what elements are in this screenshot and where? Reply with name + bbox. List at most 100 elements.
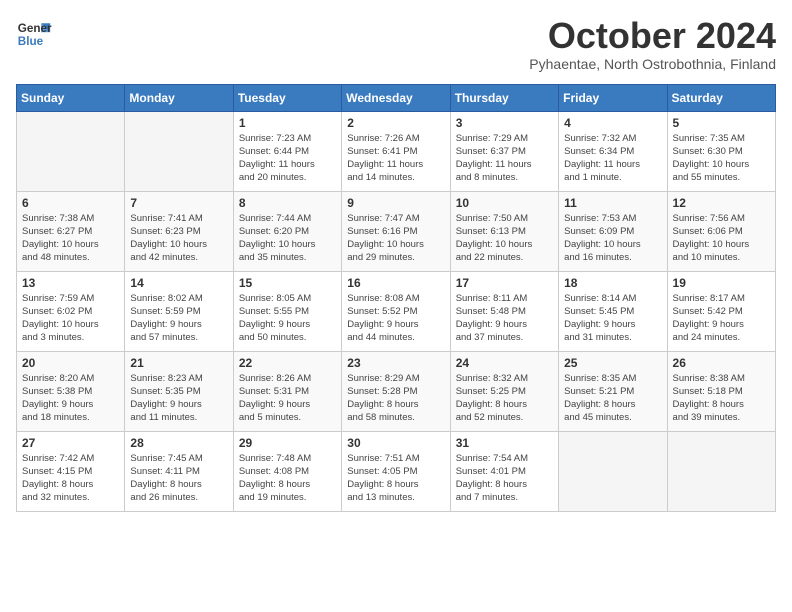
calendar-day-cell: 16 Sunrise: 8:08 AM Sunset: 5:52 PM Dayli…: [342, 271, 450, 351]
day-number: 3: [456, 116, 553, 130]
calendar-day-cell: 6 Sunrise: 7:38 AM Sunset: 6:27 PM Daylig…: [17, 191, 125, 271]
calendar-day-cell: 20 Sunrise: 8:20 AM Sunset: 5:38 PM Dayli…: [17, 351, 125, 431]
day-info: Sunrise: 8:17 AM Sunset: 5:42 PM Dayligh…: [673, 292, 770, 345]
day-info: Sunrise: 8:11 AM Sunset: 5:48 PM Dayligh…: [456, 292, 553, 345]
day-info: Sunrise: 8:29 AM Sunset: 5:28 PM Dayligh…: [347, 372, 444, 425]
calendar-day-cell: 21Sunrise: 8:23 AM Sunset: 5:35 PM Dayli…: [125, 351, 233, 431]
calendar-body: 1 Sunrise: 7:23 AM Sunset: 6:44 PM Daylig…: [17, 111, 776, 511]
day-of-week-header: Saturday: [667, 84, 775, 111]
calendar-day-cell: 25 Sunrise: 8:35 AM Sunset: 5:21 PM Dayli…: [559, 351, 667, 431]
calendar-day-cell: [17, 111, 125, 191]
svg-text:General: General: [18, 22, 52, 35]
day-of-week-header: Wednesday: [342, 84, 450, 111]
day-info: Sunrise: 8:14 AM Sunset: 5:45 PM Dayligh…: [564, 292, 661, 345]
day-number: 20: [22, 356, 119, 370]
day-info: Sunrise: 8:02 AM Sunset: 5:59 PM Dayligh…: [130, 292, 227, 345]
day-info: Sunrise: 7:42 AM Sunset: 4:15 PM Dayligh…: [22, 452, 119, 505]
calendar-week-row: 13 Sunrise: 7:59 AM Sunset: 6:02 PM Dayli…: [17, 271, 776, 351]
day-number: 21: [130, 356, 227, 370]
calendar-day-cell: [667, 431, 775, 511]
logo: General Blue: [16, 16, 56, 52]
day-info: Sunrise: 7:41 AM Sunset: 6:23 PM Dayligh…: [130, 212, 227, 265]
day-info: Sunrise: 7:44 AM Sunset: 6:20 PM Dayligh…: [239, 212, 336, 265]
calendar-day-cell: 13 Sunrise: 7:59 AM Sunset: 6:02 PM Dayli…: [17, 271, 125, 351]
calendar-day-cell: 9Sunrise: 7:47 AM Sunset: 6:16 PM Daylig…: [342, 191, 450, 271]
day-number: 26: [673, 356, 770, 370]
day-info: Sunrise: 8:35 AM Sunset: 5:21 PM Dayligh…: [564, 372, 661, 425]
day-number: 4: [564, 116, 661, 130]
calendar-day-cell: 4Sunrise: 7:32 AM Sunset: 6:34 PM Daylig…: [559, 111, 667, 191]
day-info: Sunrise: 8:05 AM Sunset: 5:55 PM Dayligh…: [239, 292, 336, 345]
calendar-day-cell: 30 Sunrise: 7:51 AM Sunset: 4:05 PM Dayli…: [342, 431, 450, 511]
day-number: 27: [22, 436, 119, 450]
day-of-week-header: Monday: [125, 84, 233, 111]
calendar-day-cell: 17 Sunrise: 8:11 AM Sunset: 5:48 PM Dayli…: [450, 271, 558, 351]
calendar-week-row: 20 Sunrise: 8:20 AM Sunset: 5:38 PM Dayli…: [17, 351, 776, 431]
day-info: Sunrise: 7:51 AM Sunset: 4:05 PM Dayligh…: [347, 452, 444, 505]
day-info: Sunrise: 8:08 AM Sunset: 5:52 PM Dayligh…: [347, 292, 444, 345]
calendar-day-cell: 29Sunrise: 7:48 AM Sunset: 4:08 PM Dayli…: [233, 431, 341, 511]
day-number: 30: [347, 436, 444, 450]
calendar-day-cell: 31 Sunrise: 7:54 AM Sunset: 4:01 PM Dayli…: [450, 431, 558, 511]
day-info: Sunrise: 7:45 AM Sunset: 4:11 PM Dayligh…: [130, 452, 227, 505]
day-info: Sunrise: 7:29 AM Sunset: 6:37 PM Dayligh…: [456, 132, 553, 185]
day-number: 16: [347, 276, 444, 290]
day-number: 10: [456, 196, 553, 210]
day-of-week-header: Thursday: [450, 84, 558, 111]
calendar-day-cell: 15Sunrise: 8:05 AM Sunset: 5:55 PM Dayli…: [233, 271, 341, 351]
day-info: Sunrise: 7:35 AM Sunset: 6:30 PM Dayligh…: [673, 132, 770, 185]
day-number: 5: [673, 116, 770, 130]
day-number: 19: [673, 276, 770, 290]
calendar-day-cell: 19 Sunrise: 8:17 AM Sunset: 5:42 PM Dayli…: [667, 271, 775, 351]
day-info: Sunrise: 8:38 AM Sunset: 5:18 PM Dayligh…: [673, 372, 770, 425]
calendar-day-cell: 26 Sunrise: 8:38 AM Sunset: 5:18 PM Dayli…: [667, 351, 775, 431]
calendar-week-row: 6 Sunrise: 7:38 AM Sunset: 6:27 PM Daylig…: [17, 191, 776, 271]
day-info: Sunrise: 7:38 AM Sunset: 6:27 PM Dayligh…: [22, 212, 119, 265]
calendar-table: SundayMondayTuesdayWednesdayThursdayFrid…: [16, 84, 776, 512]
day-of-week-header: Tuesday: [233, 84, 341, 111]
logo-icon: General Blue: [16, 16, 52, 52]
calendar-header: SundayMondayTuesdayWednesdayThursdayFrid…: [17, 84, 776, 111]
day-number: 17: [456, 276, 553, 290]
calendar-day-cell: 8 Sunrise: 7:44 AM Sunset: 6:20 PM Daylig…: [233, 191, 341, 271]
day-number: 24: [456, 356, 553, 370]
day-number: 13: [22, 276, 119, 290]
day-number: 31: [456, 436, 553, 450]
calendar-day-cell: 11 Sunrise: 7:53 AM Sunset: 6:09 PM Dayli…: [559, 191, 667, 271]
day-info: Sunrise: 7:53 AM Sunset: 6:09 PM Dayligh…: [564, 212, 661, 265]
calendar-day-cell: 5 Sunrise: 7:35 AM Sunset: 6:30 PM Daylig…: [667, 111, 775, 191]
calendar-day-cell: 14 Sunrise: 8:02 AM Sunset: 5:59 PM Dayli…: [125, 271, 233, 351]
day-info: Sunrise: 7:59 AM Sunset: 6:02 PM Dayligh…: [22, 292, 119, 345]
calendar-day-cell: 18 Sunrise: 8:14 AM Sunset: 5:45 PM Dayli…: [559, 271, 667, 351]
day-number: 14: [130, 276, 227, 290]
day-info: Sunrise: 8:26 AM Sunset: 5:31 PM Dayligh…: [239, 372, 336, 425]
day-of-week-header: Sunday: [17, 84, 125, 111]
day-number: 9: [347, 196, 444, 210]
calendar-day-cell: 7Sunrise: 7:41 AM Sunset: 6:23 PM Daylig…: [125, 191, 233, 271]
day-number: 18: [564, 276, 661, 290]
calendar-day-cell: 12Sunrise: 7:56 AM Sunset: 6:06 PM Dayli…: [667, 191, 775, 271]
day-info: Sunrise: 8:20 AM Sunset: 5:38 PM Dayligh…: [22, 372, 119, 425]
header-row: SundayMondayTuesdayWednesdayThursdayFrid…: [17, 84, 776, 111]
day-number: 12: [673, 196, 770, 210]
calendar-week-row: 1 Sunrise: 7:23 AM Sunset: 6:44 PM Daylig…: [17, 111, 776, 191]
calendar-day-cell: [125, 111, 233, 191]
title-block: October 2024 Pyhaentae, North Ostrobothn…: [529, 16, 776, 72]
day-number: 11: [564, 196, 661, 210]
calendar-day-cell: 22 Sunrise: 8:26 AM Sunset: 5:31 PM Dayli…: [233, 351, 341, 431]
day-info: Sunrise: 7:23 AM Sunset: 6:44 PM Dayligh…: [239, 132, 336, 185]
calendar-day-cell: 24Sunrise: 8:32 AM Sunset: 5:25 PM Dayli…: [450, 351, 558, 431]
day-of-week-header: Friday: [559, 84, 667, 111]
day-number: 6: [22, 196, 119, 210]
day-info: Sunrise: 7:54 AM Sunset: 4:01 PM Dayligh…: [456, 452, 553, 505]
day-number: 1: [239, 116, 336, 130]
day-number: 28: [130, 436, 227, 450]
day-number: 22: [239, 356, 336, 370]
page-header: General Blue October 2024 Pyhaentae, Nor…: [16, 16, 776, 72]
calendar-day-cell: 10Sunrise: 7:50 AM Sunset: 6:13 PM Dayli…: [450, 191, 558, 271]
calendar-day-cell: 2Sunrise: 7:26 AM Sunset: 6:41 PM Daylig…: [342, 111, 450, 191]
svg-text:Blue: Blue: [18, 35, 44, 48]
calendar-day-cell: 3 Sunrise: 7:29 AM Sunset: 6:37 PM Daylig…: [450, 111, 558, 191]
day-number: 25: [564, 356, 661, 370]
day-number: 8: [239, 196, 336, 210]
